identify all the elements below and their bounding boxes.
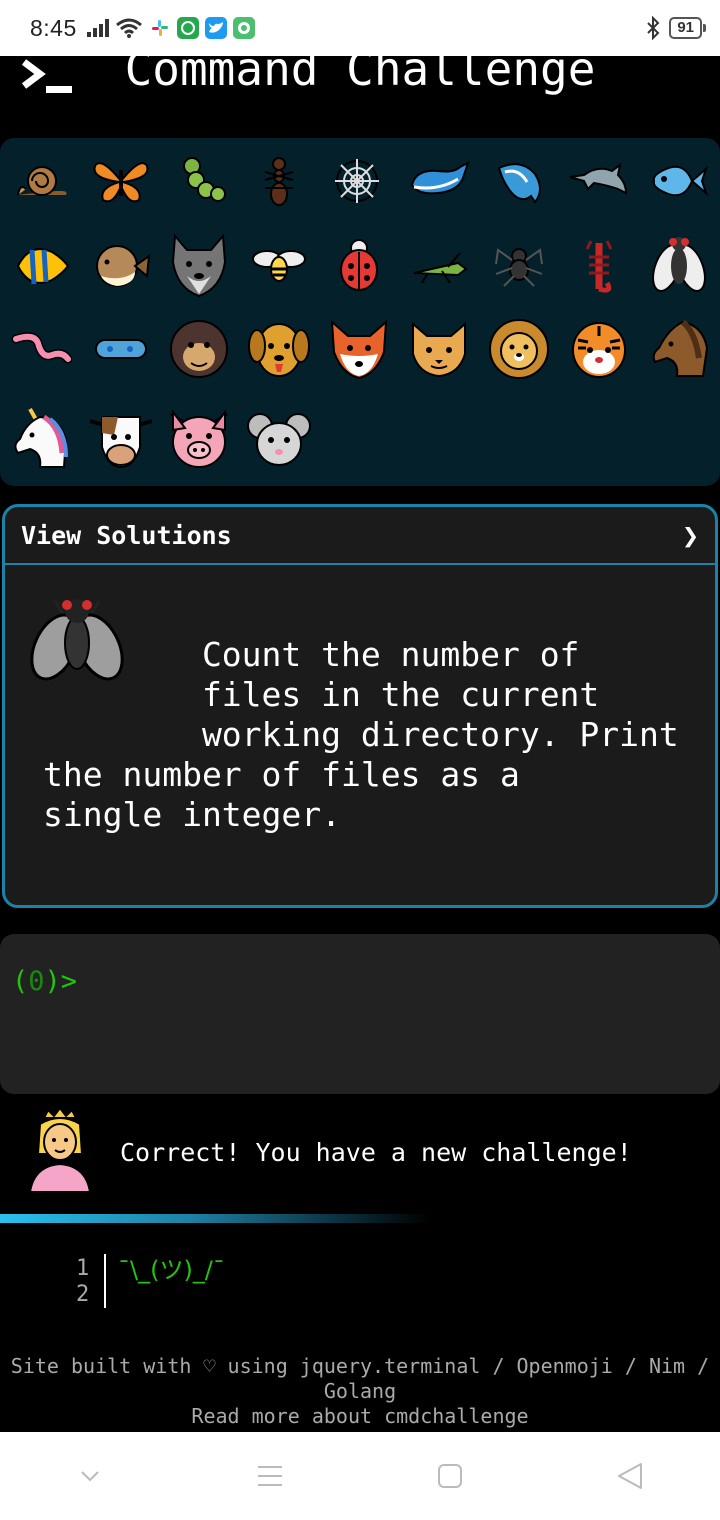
challenge-snail-icon[interactable] (2, 142, 80, 220)
feedback-message: Correct! You have a new challenge! (120, 1138, 632, 1167)
chevron-right-icon[interactable]: ❯ (682, 519, 699, 552)
challenge-card: View Solutions ❯ Count the number of fil… (2, 504, 718, 908)
wifi-icon (115, 18, 142, 38)
chevron-down-icon[interactable] (60, 1446, 120, 1506)
challenge-fish-icon[interactable] (640, 142, 718, 220)
challenge-unicorn-icon[interactable] (2, 400, 80, 478)
princess-icon (28, 1108, 92, 1193)
challenge-gorilla-icon[interactable] (160, 310, 238, 388)
challenge-ladybug-icon[interactable] (320, 226, 398, 304)
slack-icon (148, 17, 171, 39)
challenge-spouting-whale-icon[interactable] (480, 142, 558, 220)
output-panel: 1 2 ¯\_(ツ)_/¯ (0, 1250, 720, 1320)
challenge-tropical-fish-icon[interactable] (2, 226, 80, 304)
menu-icon[interactable] (240, 1446, 300, 1506)
challenge-cricket-icon[interactable] (400, 226, 478, 304)
footer-credits: Site built with ♡ using jquery.terminal … (10, 1354, 710, 1403)
challenge-whale-icon[interactable] (400, 142, 478, 220)
line-numbers: 1 2 (76, 1256, 89, 1308)
terminal-input-area[interactable]: (0)> (0, 934, 720, 1094)
challenge-cat-icon[interactable] (400, 310, 478, 388)
footer: Site built with ♡ using jquery.terminal … (0, 1354, 720, 1429)
challenge-wolf-icon[interactable] (160, 226, 238, 304)
challenge-butterfly-icon[interactable] (82, 142, 160, 220)
feedback-row: Correct! You have a new challenge! (0, 1108, 720, 1198)
challenge-blowfish-icon[interactable] (82, 226, 160, 304)
status-bar: 8:45 91 (0, 0, 720, 56)
challenge-microbe-icon[interactable] (82, 310, 160, 388)
line-number: 2 (76, 1282, 90, 1307)
battery-indicator: 91 (669, 17, 706, 39)
status-time: 8:45 (30, 14, 77, 41)
twitter-icon (204, 17, 227, 39)
back-icon[interactable] (600, 1446, 660, 1506)
challenge-fly-icon[interactable] (640, 226, 718, 304)
line-number: 1 (76, 1256, 90, 1281)
view-solutions-header[interactable]: View Solutions ❯ (5, 507, 715, 565)
fly-icon (30, 599, 124, 681)
challenge-description: Count the number of files in the current… (5, 565, 715, 835)
home-icon[interactable] (420, 1446, 480, 1506)
prompt-count: 0 (28, 966, 45, 997)
challenge-worm-icon[interactable] (2, 310, 80, 388)
terminal-prompt: (0)> (12, 966, 78, 997)
challenge-ant-icon[interactable] (240, 142, 318, 220)
status-right: 91 (645, 16, 706, 40)
status-icons (86, 17, 255, 39)
challenge-tiger-icon[interactable] (560, 310, 638, 388)
challenge-pig-icon[interactable] (160, 400, 238, 478)
view-solutions-label: View Solutions (21, 520, 232, 550)
system-nav-bar (0, 1432, 720, 1520)
challenge-caterpillar-icon[interactable] (162, 142, 240, 220)
progress-bar (0, 1214, 430, 1223)
challenge-spider-web-icon[interactable] (318, 142, 396, 220)
challenge-horse-icon[interactable] (640, 310, 718, 388)
challenge-grid (0, 138, 720, 486)
bluetooth-icon (647, 16, 660, 40)
challenge-dolphin-icon[interactable] (560, 142, 638, 220)
challenge-dog-icon[interactable] (240, 310, 318, 388)
challenge-lion-icon[interactable] (480, 310, 558, 388)
challenge-scorpion-icon[interactable] (560, 226, 638, 304)
messenger-icon (232, 17, 255, 39)
read-more-link[interactable]: Read more about cmdchallenge (191, 1404, 528, 1428)
challenge-fox-icon[interactable] (320, 310, 398, 388)
gutter-divider (104, 1254, 106, 1308)
challenge-cow-icon[interactable] (82, 400, 160, 478)
challenge-bee-icon[interactable] (240, 226, 318, 304)
signal-icon (86, 19, 109, 37)
challenge-spider-icon[interactable] (480, 226, 558, 304)
page-title: Command Challenge (124, 56, 596, 96)
challenge-text: Count the number of files in the current… (43, 635, 679, 834)
whatsapp-icon (176, 17, 199, 39)
output-text: ¯\_(ツ)_/¯ (118, 1256, 225, 1284)
challenge-mouse-icon[interactable] (240, 400, 318, 478)
app-header: Command Challenge (0, 56, 720, 130)
